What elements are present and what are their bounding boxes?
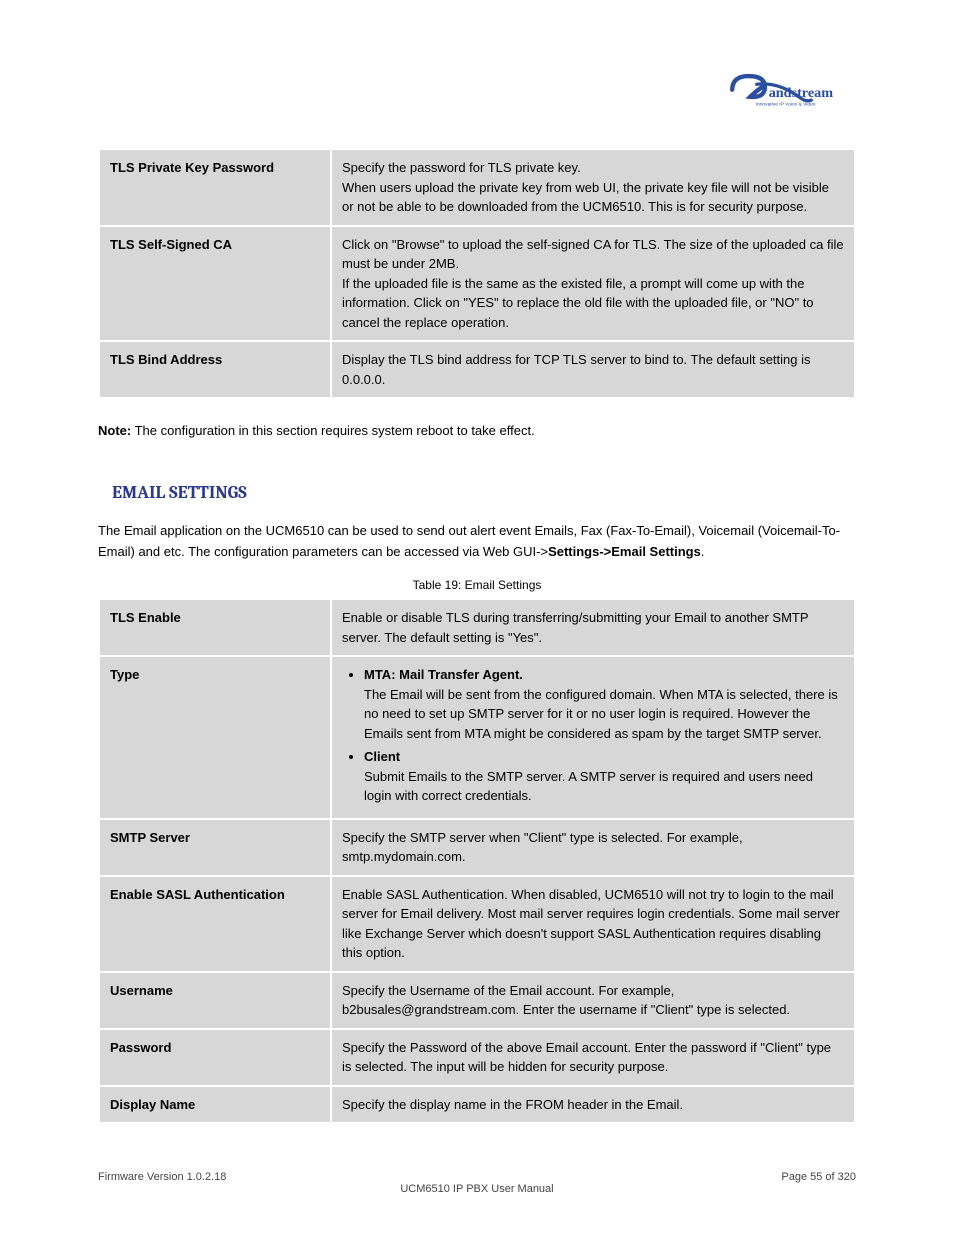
table-row: Enable SASL Authentication Enable SASL A…: [100, 877, 854, 971]
param-desc: Enable SASL Authentication. When disable…: [332, 877, 854, 971]
param-label: Username: [100, 973, 330, 1028]
section-heading-email: EMAIL SETTINGS: [112, 482, 856, 503]
param-label: TLS Private Key Password: [100, 150, 330, 225]
param-label: TLS Self-Signed CA: [100, 227, 330, 341]
page-footer: Firmware Version 1.0.2.18 Page 55 of 320…: [98, 1171, 856, 1195]
param-label: Password: [100, 1030, 330, 1085]
footer-center: UCM6510 IP PBX User Manual: [98, 1183, 856, 1195]
logo-tagline: Innovative IP Voice & Video: [756, 102, 816, 108]
note-label: Note:: [98, 423, 131, 438]
table-row: TLS Private Key Password Specify the pas…: [100, 150, 854, 225]
param-label: Display Name: [100, 1087, 330, 1123]
table-caption: Table 19: Email Settings: [98, 578, 856, 592]
param-label: SMTP Server: [100, 820, 330, 875]
footer-right: Page 55 of 320: [781, 1171, 856, 1183]
param-label: Type: [100, 657, 330, 818]
param-desc: Specify the Password of the above Email …: [332, 1030, 854, 1085]
email-params-table: TLS Enable Enable or disable TLS during …: [98, 598, 856, 1124]
param-desc: Specify the display name in the FROM hea…: [332, 1087, 854, 1123]
param-label: TLS Enable: [100, 600, 330, 655]
grandstream-logo: andstream Innovative IP Voice & Video: [724, 58, 844, 116]
table-row: TLS Enable Enable or disable TLS during …: [100, 600, 854, 655]
param-desc: Specify the Username of the Email accoun…: [332, 973, 854, 1028]
table-row: TLS Bind Address Display the TLS bind ad…: [100, 342, 854, 397]
param-desc: Specify the password for TLS private key…: [332, 150, 854, 225]
table-row: SMTP Server Specify the SMTP server when…: [100, 820, 854, 875]
table-row: TLS Self-Signed CA Click on "Browse" to …: [100, 227, 854, 341]
param-label: TLS Bind Address: [100, 342, 330, 397]
logo: andstream Innovative IP Voice & Video: [724, 58, 844, 119]
table-row: Display Name Specify the display name in…: [100, 1087, 854, 1123]
param-label: Enable SASL Authentication: [100, 877, 330, 971]
param-desc: Enable or disable TLS during transferrin…: [332, 600, 854, 655]
param-desc: Specify the SMTP server when "Client" ty…: [332, 820, 854, 875]
list-item: Client Submit Emails to the SMTP server.…: [364, 747, 844, 806]
table-row: Password Specify the Password of the abo…: [100, 1030, 854, 1085]
tls-params-table: TLS Private Key Password Specify the pas…: [98, 148, 856, 399]
note-block: Note: The configuration in this section …: [98, 421, 856, 442]
table-row: Type MTA: Mail Transfer Agent. The Email…: [100, 657, 854, 818]
footer-left: Firmware Version 1.0.2.18: [98, 1171, 226, 1183]
list-item: MTA: Mail Transfer Agent. The Email will…: [364, 665, 844, 743]
param-desc: Click on "Browse" to upload the self-sig…: [332, 227, 854, 341]
param-desc: Display the TLS bind address for TCP TLS…: [332, 342, 854, 397]
param-desc: MTA: Mail Transfer Agent. The Email will…: [332, 657, 854, 818]
table-row: Username Specify the Username of the Ema…: [100, 973, 854, 1028]
note-body: The configuration in this section requir…: [131, 423, 534, 438]
svg-text:andstream: andstream: [769, 85, 833, 101]
email-intro-paragraph: The Email application on the UCM6510 can…: [98, 521, 856, 563]
